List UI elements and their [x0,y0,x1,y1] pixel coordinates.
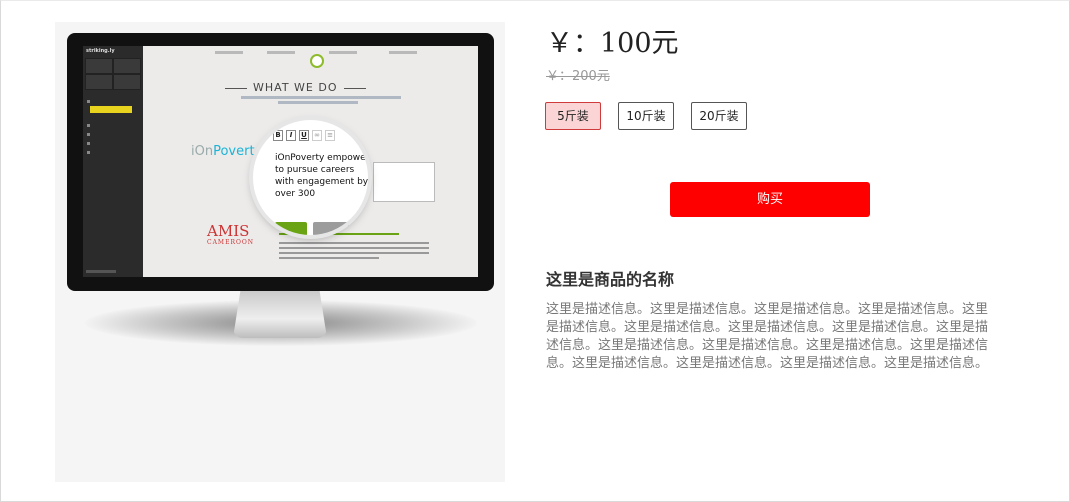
screen-magnifier: B I U ∞ ≡ iOnPoverty empowers to pursue … [253,120,368,235]
screen-sidebar-item [87,140,137,146]
monitor-screen: striking.ly WHAT WE DO iOnPovert AMIS CA… [83,46,478,277]
screen-nav-item [215,51,243,54]
underline-icon: U [299,130,309,141]
screen-preview-icon [85,74,113,90]
screen-sidebar-footer [86,270,116,273]
spec-option-10jin[interactable]: 10斤装 [618,102,674,130]
screen-nav-item [267,51,295,54]
screen-text-line [279,242,429,244]
screen-dashboard-icon [113,74,141,90]
screen-sidebar-buttons [85,58,141,90]
product-name: 这里是商品的名称 [546,270,675,289]
screen-logo-iopoverty: iOnPovert [191,144,255,159]
screen-sidebar-item [87,149,137,155]
link-icon: ∞ [312,130,322,141]
screen-heading: WHAT WE DO [225,81,365,94]
screen-mission-line [278,101,358,104]
screen-mission-line [241,96,401,99]
product-price: ￥：100元 [546,28,679,59]
screen-done-button [275,222,307,235]
screen-text-line [279,257,379,259]
screen-editor-text: iOnPoverty empowers to pursue careers wi… [275,153,368,199]
italic-icon: I [286,130,296,141]
screen-sidebar-item-active [90,106,132,113]
screen-sidebar-item [87,98,137,104]
screen-sidebar: striking.ly [83,46,143,277]
spec-option-5jin[interactable]: 5斤装 [545,102,601,130]
screen-editor-toolbar: B I U ∞ ≡ [273,130,363,142]
screen-options-icon [113,58,141,74]
screen-nav-item [389,51,417,54]
screen-logo-main: iOn [191,144,214,159]
monitor-stand [233,290,327,338]
product-original-price: ￥：200元 [546,69,610,84]
screen-sidebar-item [87,131,137,137]
screen-save-icon [85,58,113,74]
screen-text-line [279,247,429,249]
product-description: 这里是描述信息。这里是描述信息。这里是描述信息。这里是描述信息。这里是描述信息。… [546,302,989,371]
screen-sidebar-item [87,122,137,128]
screen-power-icon [310,54,324,68]
buy-button[interactable]: 购买 [670,182,870,217]
screen-brand: striking.ly [86,48,115,54]
screen-logo-accent: Povert [213,144,255,159]
bold-icon: B [273,130,283,141]
screen-logo-amis: AMIS [207,222,250,240]
spec-option-20jin[interactable]: 20斤装 [691,102,747,130]
screen-cancel-button [313,222,353,235]
screen-topnav [149,49,469,59]
product-image: striking.ly WHAT WE DO iOnPovert AMIS CA… [55,22,505,482]
screen-nav-item [329,51,357,54]
screen-text-line [279,252,429,254]
list-icon: ≡ [325,130,335,141]
monitor-bezel: striking.ly WHAT WE DO iOnPovert AMIS CA… [67,33,494,291]
screen-editbox [373,162,435,202]
screen-logo-amis-sub: CAMEROON [207,239,255,246]
